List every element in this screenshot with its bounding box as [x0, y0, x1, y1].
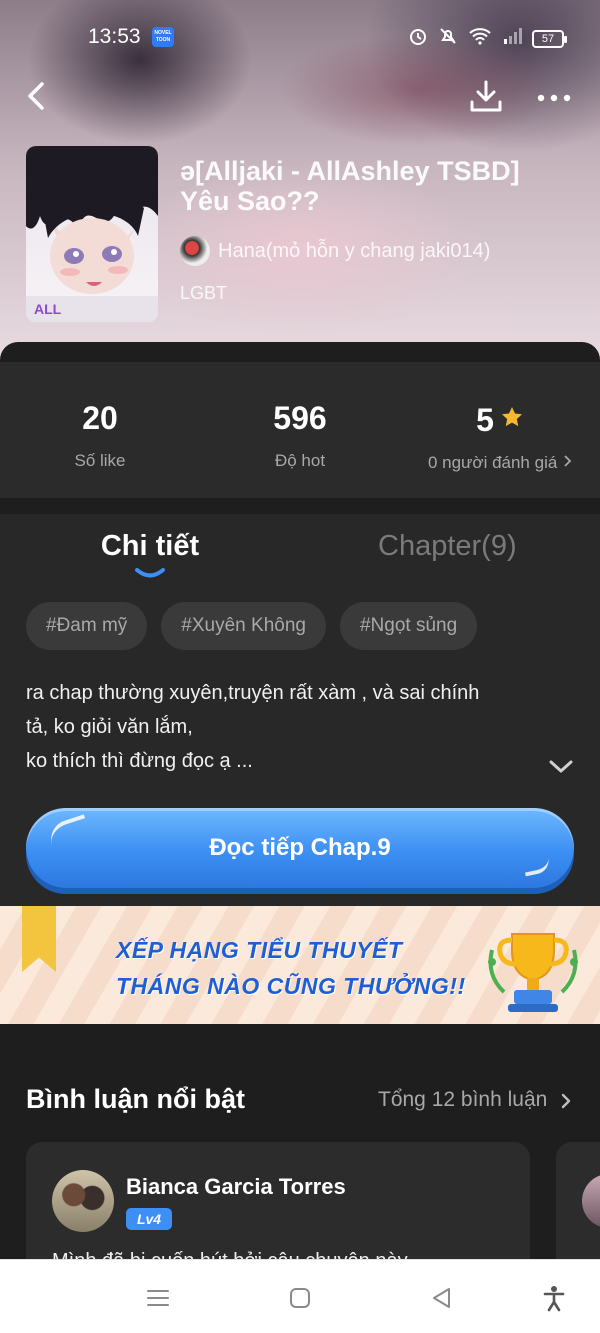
- recent-apps-icon[interactable]: [144, 1284, 172, 1312]
- banner-line: XẾP HẠNG TIỂU THUYẾT: [116, 937, 403, 963]
- chevron-right-icon[interactable]: [560, 1092, 572, 1110]
- system-navigation-bar: [0, 1259, 600, 1333]
- description-line: ra chap thường xuyên,truyện rất xàm , và…: [26, 682, 480, 704]
- rating-value: 5: [476, 402, 494, 438]
- rating-count-row[interactable]: 0 người đánh giá: [400, 453, 600, 473]
- status-time: 13:53: [88, 25, 141, 48]
- stats-panel: 20 Số like 596 Độ hot 5 0 người đánh giá: [0, 362, 600, 498]
- book-hero: 13:53 NOVEL TOON 57 ALL ə[Alljaki - AllA…: [0, 0, 600, 370]
- commenter-avatar[interactable]: [52, 1170, 114, 1232]
- signal-icon: [502, 27, 522, 50]
- wifi-icon: [468, 27, 492, 50]
- rating-value-row: 5: [400, 400, 600, 439]
- tag-list: #Đam mỹ #Xuyên Không #Ngọt sủng: [26, 602, 478, 650]
- bookmark-ribbon-icon: [22, 906, 56, 972]
- rating-count-label: 0 người đánh giá: [427, 453, 558, 472]
- commenter-avatar[interactable]: [582, 1174, 600, 1228]
- hot-count: 596: [273, 400, 327, 436]
- stat-likes: 20 Số like: [0, 400, 200, 471]
- commenter-name[interactable]: Bianca Garcia Torres: [126, 1174, 346, 1200]
- banner-line: THÁNG NÀO CŨNG THƯỞNG!!: [116, 973, 466, 999]
- svg-text:ALL: ALL: [34, 301, 62, 317]
- more-options-icon[interactable]: [536, 88, 572, 108]
- banner-text: XẾP HẠNG TIỂU THUYẾT THÁNG NÀO CŨNG THƯỞ…: [116, 932, 466, 1004]
- back-nav-icon[interactable]: [428, 1284, 456, 1312]
- tag-xuyen-khong[interactable]: #Xuyên Không: [161, 602, 326, 650]
- alarm-icon: [408, 26, 428, 51]
- featured-comments-heading: Bình luận nổi bật: [26, 1084, 245, 1114]
- likes-count: 20: [82, 400, 118, 436]
- status-bar: 13:53 NOVEL TOON 57: [0, 0, 600, 76]
- stat-hot: 596 Độ hot: [200, 400, 400, 471]
- accessibility-icon[interactable]: [540, 1284, 568, 1312]
- book-description: ra chap thường xuyên,truyện rất xàm , và…: [26, 676, 566, 778]
- commenter-level-badge: Lv4: [126, 1208, 172, 1230]
- tab-detail[interactable]: Chi tiết: [100, 530, 200, 563]
- hot-label: Độ hot: [274, 451, 326, 470]
- star-icon: [500, 400, 524, 427]
- novel-toon-notification-icon: NOVEL TOON: [152, 27, 174, 47]
- download-icon[interactable]: [468, 78, 504, 114]
- description-line: tả, ko giỏi văn lắm,: [26, 716, 193, 738]
- home-icon[interactable]: [286, 1284, 314, 1312]
- description-line: ko thích thì đừng đọc ạ ...: [26, 750, 253, 772]
- likes-label: Số like: [74, 451, 126, 470]
- continue-reading-label: Đọc tiếp Chap.9: [209, 834, 391, 861]
- trophy-icon: [478, 920, 588, 1016]
- continue-reading-button[interactable]: Đọc tiếp Chap.9: [26, 808, 574, 888]
- book-genre[interactable]: LGBT: [180, 283, 227, 304]
- author-name[interactable]: Hana(mỏ hỗn y chang jaki014): [218, 240, 490, 263]
- expand-description-icon[interactable]: [548, 758, 574, 774]
- mute-icon: [438, 26, 458, 51]
- ranking-banner[interactable]: XẾP HẠNG TIỂU THUYẾT THÁNG NÀO CŨNG THƯỞ…: [0, 906, 600, 1024]
- book-title: ə[Alljaki - AllAshley TSBD] Yêu Sao??: [180, 156, 520, 216]
- tag-dam-my[interactable]: #Đam mỹ: [26, 602, 148, 650]
- tab-active-indicator: [134, 566, 166, 578]
- tab-chapter[interactable]: Chapter(9): [378, 530, 517, 563]
- status-icons: 57: [408, 26, 567, 51]
- stat-rating[interactable]: 5 0 người đánh giá: [400, 400, 600, 473]
- tag-ngot-sung[interactable]: #Ngọt sủng: [339, 602, 478, 650]
- detail-panel: Chi tiết Chapter(9) #Đam mỹ #Xuyên Không…: [0, 514, 600, 906]
- book-cover-image[interactable]: ALL: [26, 146, 158, 322]
- back-icon[interactable]: [22, 78, 54, 114]
- comments-total-link[interactable]: Tổng 12 bình luận: [378, 1088, 547, 1112]
- author-row[interactable]: Hana(mỏ hỗn y chang jaki014): [180, 236, 490, 266]
- author-avatar[interactable]: [180, 236, 210, 266]
- battery-icon: 57: [532, 29, 567, 48]
- chevron-right-icon: [562, 453, 572, 472]
